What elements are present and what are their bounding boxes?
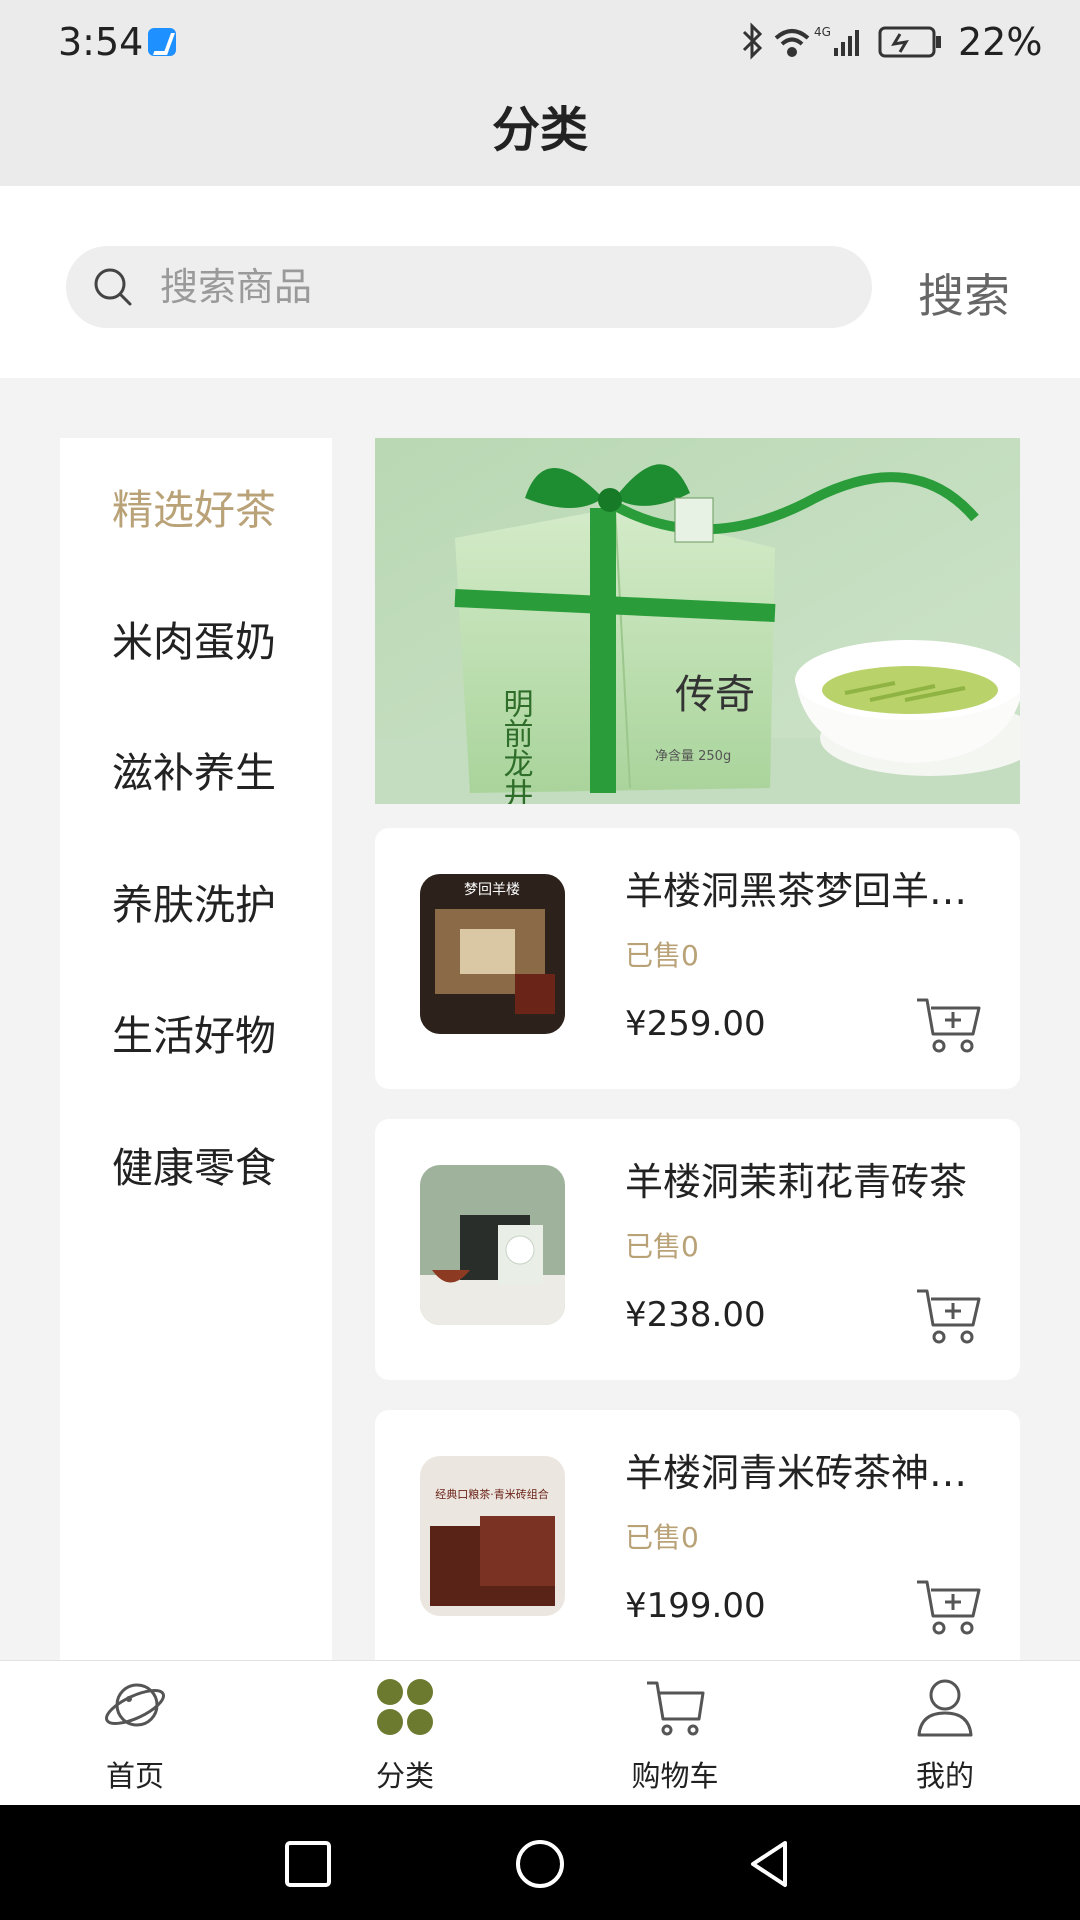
category-item-lifestyle[interactable]: 生活好物 [112,1002,276,1062]
product-price: ¥238.00 [625,1295,766,1335]
status-bar: 3:54 4G 22% [0,0,1080,86]
bluetooth-icon [742,22,763,60]
product-thumb: 梦回羊楼 [420,874,565,1034]
search-icon [94,268,132,306]
banner-brand-text: 明前龙井 [498,688,533,804]
add-to-cart-icon[interactable] [915,994,981,1054]
status-icons: 4G [742,22,941,60]
tab-label: 我的 [915,1759,974,1793]
network-type-label: 4G [814,25,831,39]
category-item-tea[interactable]: 精选好茶 [112,476,276,536]
recent-apps-icon[interactable] [281,1837,335,1891]
battery-percent: 22% [958,20,1043,64]
system-nav-bar [0,1805,1080,1920]
search-area: 搜索 [0,186,1080,378]
tab-cart[interactable]: 购物车 [540,1661,810,1806]
user-icon [917,1679,973,1737]
planet-icon [105,1683,165,1727]
search-box[interactable] [66,246,872,328]
clover-icon [377,1679,433,1735]
product-thumb-caption: 经典口粮茶·青米砖组合 [435,1487,549,1501]
tab-profile[interactable]: 我的 [810,1661,1080,1806]
product-name[interactable]: 羊楼洞茉莉花青砖茶 [625,1151,985,1206]
tab-label: 首页 [105,1759,164,1793]
category-item-health[interactable]: 滋补养生 [112,739,276,799]
category-sidebar: 精选好茶 米肉蛋奶 滋补养生 养肤洗护 生活好物 健康零食 [60,438,332,1660]
product-price: ¥259.00 [625,1004,766,1044]
product-thumb [420,1165,565,1325]
product-sold-count: 已售0 [625,1230,699,1263]
tab-category[interactable]: 分类 [270,1661,540,1806]
wifi-icon [774,29,810,57]
product-sold-count: 已售0 [625,939,699,972]
bottom-tab-bar: 首页 分类 购物车 我的 [0,1660,1080,1805]
status-time: 3:54 [58,20,144,64]
category-item-groceries[interactable]: 米肉蛋奶 [112,608,276,668]
category-item-skincare[interactable]: 养肤洗护 [112,871,276,931]
home-circle-icon[interactable] [513,1837,567,1891]
promo-banner[interactable]: 明前龙井 传奇 净含量 250g [375,438,1020,804]
page-title: 分类 [491,102,588,158]
banner-image: 明前龙井 传奇 净含量 250g [375,438,1020,804]
product-thumb-caption: 梦回羊楼 [464,882,520,898]
tab-label: 分类 [375,1759,434,1793]
signal-icon [834,30,859,56]
product-price: ¥199.00 [625,1586,766,1626]
product-card[interactable]: 梦回羊楼 羊楼洞黑茶梦回羊楼洞 已售0 ¥259.00 [375,828,1020,1089]
back-triangle-icon[interactable] [743,1837,797,1891]
banner-series-text: 传奇 [675,672,755,718]
product-name[interactable]: 羊楼洞黑茶梦回羊楼洞 [625,860,985,915]
product-card[interactable]: 羊楼洞茉莉花青砖茶 已售0 ¥238.00 [375,1119,1020,1380]
search-input[interactable] [160,246,840,328]
product-name[interactable]: 羊楼洞青米砖茶神韵组合 [625,1442,985,1497]
search-button[interactable]: 搜索 [918,260,1010,326]
product-card[interactable]: 经典口粮茶·青米砖组合 羊楼洞青米砖茶神韵组合 已售0 ¥199.00 [375,1410,1020,1660]
cart-icon [647,1681,705,1736]
battery-icon [878,26,941,58]
category-item-snacks[interactable]: 健康零食 [112,1134,276,1194]
direction-icon [148,28,176,56]
add-to-cart-icon[interactable] [915,1285,981,1345]
tab-label: 购物车 [631,1759,719,1793]
banner-weight-text: 净含量 250g [655,748,731,764]
product-thumb: 经典口粮茶·青米砖组合 [420,1456,565,1616]
title-bar: 分类 [0,86,1080,186]
product-sold-count: 已售0 [625,1521,699,1554]
tab-home[interactable]: 首页 [0,1661,270,1806]
add-to-cart-icon[interactable] [915,1576,981,1636]
